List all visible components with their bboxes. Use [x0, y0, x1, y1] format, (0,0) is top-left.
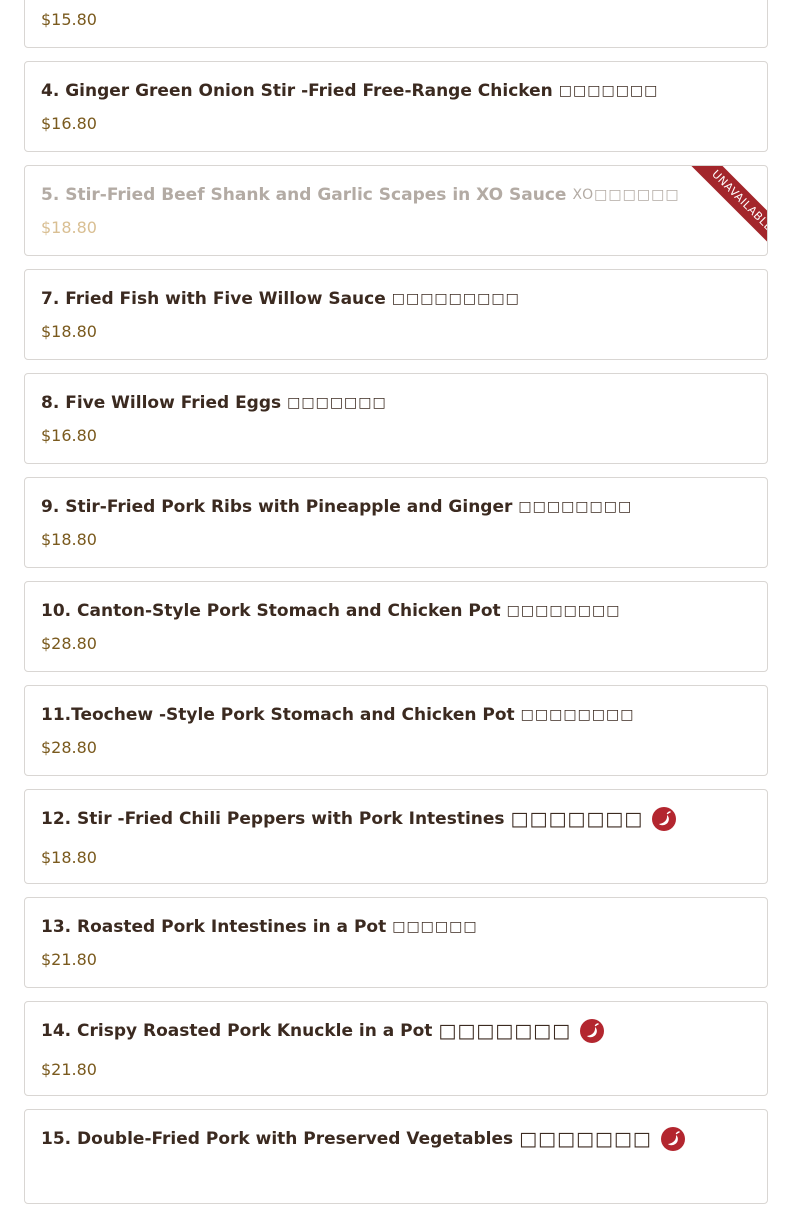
spicy-chili-icon — [580, 1019, 605, 1043]
menu-item-name: 15. Double-Fried Pork with Preserved Veg… — [41, 1129, 514, 1149]
menu-item-title-row: 7. Fried Fish with Five Willow Sauce □□□□… — [41, 286, 751, 312]
menu-item-price: $18.80 — [41, 218, 97, 237]
unavailable-badge-label: UNAVAILABLE — [681, 166, 767, 255]
menu-item-card[interactable]: 4. Ginger Green Onion Stir -Fried Free-R… — [24, 61, 768, 152]
menu-item-chinese-name: □□□□□□□ — [519, 1128, 652, 1150]
menu-item-chinese-name: □□□□□□□ — [558, 83, 659, 99]
menu-item-name: 13. Roasted Pork Intestines in a Pot — [41, 917, 387, 937]
menu-item-card[interactable]: 14. Crispy Roasted Pork Knuckle in a Pot… — [24, 1001, 768, 1096]
menu-item-card[interactable]: 13. Roasted Pork Intestines in a Pot □□□□… — [24, 897, 768, 988]
menu-item-title-row: 11.Teochew -Style Pork Stomach and Chick… — [41, 702, 751, 728]
unavailable-ribbon: UNAVAILABLE — [671, 166, 767, 255]
menu-item-chinese-name: □□□□□□□□ — [518, 499, 633, 515]
menu-item-name: 10. Canton-Style Pork Stomach and Chicke… — [41, 601, 501, 621]
menu-item-title-row: 15. Double-Fried Pork with Preserved Veg… — [41, 1122, 751, 1156]
menu-item-chinese-name: □□□□□□□□ — [506, 603, 621, 619]
menu-item-chinese-name: □□□□□□□ — [438, 1020, 572, 1042]
menu-item-chinese-name: □□□□□□□ — [287, 395, 387, 411]
menu-item-name: 8. Five Willow Fried Eggs — [41, 393, 282, 413]
menu-item-chinese-name: □□□□□□ — [392, 919, 478, 935]
menu-item-chinese-name: □□□□□□□□ — [520, 707, 635, 723]
menu-item-price: $28.80 — [41, 738, 97, 757]
menu-item-price: $18.80 — [41, 322, 97, 341]
menu-item-card[interactable]: 10. Canton-Style Pork Stomach and Chicke… — [24, 581, 768, 672]
menu-item-name: 14. Crispy Roasted Pork Knuckle in a Pot — [41, 1021, 433, 1041]
menu-item-card[interactable]: 9. Stir-Fried Pork Ribs with Pineapple a… — [24, 477, 768, 568]
menu-item-card[interactable]: 8. Five Willow Fried Eggs □□□□□□□ $16.80 — [24, 373, 768, 464]
menu-item-name: 4. Ginger Green Onion Stir -Fried Free-R… — [41, 81, 553, 101]
menu-item-price: $16.80 — [41, 426, 97, 445]
menu-item-title-row: 12. Stir -Fried Chili Peppers with Pork … — [41, 802, 751, 836]
menu-item-title-row: 14. Crispy Roasted Pork Knuckle in a Pot… — [41, 1014, 751, 1048]
menu-item-card[interactable]: 3. Green Onion Chicken in Maggi Sauce□□□… — [24, 0, 768, 48]
menu-item-price: $28.80 — [41, 634, 97, 653]
menu-item-chinese-name: □□□□□□□□□ — [391, 291, 520, 307]
menu-item-title-row: 13. Roasted Pork Intestines in a Pot □□□□… — [41, 914, 751, 940]
menu-item-card[interactable]: 5. Stir-Fried Beef Shank and Garlic Scap… — [24, 165, 768, 256]
menu-item-name: 9. Stir-Fried Pork Ribs with Pineapple a… — [41, 497, 513, 517]
menu-item-card[interactable]: 15. Double-Fried Pork with Preserved Veg… — [24, 1109, 768, 1204]
menu-item-title-row: 8. Five Willow Fried Eggs □□□□□□□ — [41, 390, 751, 416]
menu-item-title-row: 10. Canton-Style Pork Stomach and Chicke… — [41, 598, 751, 624]
menu-item-price: $18.80 — [41, 530, 97, 549]
menu-item-name: 7. Fried Fish with Five Willow Sauce — [41, 289, 386, 309]
menu-item-price: $21.80 — [41, 950, 97, 969]
menu-item-card[interactable]: 7. Fried Fish with Five Willow Sauce □□□□… — [24, 269, 768, 360]
menu-item-name: 5. Stir-Fried Beef Shank and Garlic Scap… — [41, 185, 567, 205]
menu-item-price: $21.80 — [41, 1060, 97, 1079]
menu-item-card[interactable]: 11.Teochew -Style Pork Stomach and Chick… — [24, 685, 768, 776]
menu-item-chinese-name: XO□□□□□□ — [572, 187, 680, 203]
menu-item-price: $18.80 — [41, 848, 97, 867]
menu-item-name: 12. Stir -Fried Chili Peppers with Pork … — [41, 809, 505, 829]
menu-item-title-row: 4. Ginger Green Onion Stir -Fried Free-R… — [41, 78, 751, 104]
menu-item-price: $15.80 — [41, 10, 97, 29]
menu-item-title-row: 5. Stir-Fried Beef Shank and Garlic Scap… — [41, 182, 751, 208]
menu-item-chinese-name: □□□□□□□ — [510, 808, 644, 830]
menu-item-title-row: 9. Stir-Fried Pork Ribs with Pineapple a… — [41, 494, 751, 520]
menu-item-price: $16.80 — [41, 114, 97, 133]
menu-item-list: 3. Green Onion Chicken in Maggi Sauce□□□… — [24, 0, 768, 1217]
menu-item-name: 11.Teochew -Style Pork Stomach and Chick… — [41, 705, 515, 725]
menu-item-card[interactable]: 12. Stir -Fried Chili Peppers with Pork … — [24, 789, 768, 884]
spicy-chili-icon — [660, 1127, 685, 1151]
spicy-chili-icon — [652, 807, 677, 831]
